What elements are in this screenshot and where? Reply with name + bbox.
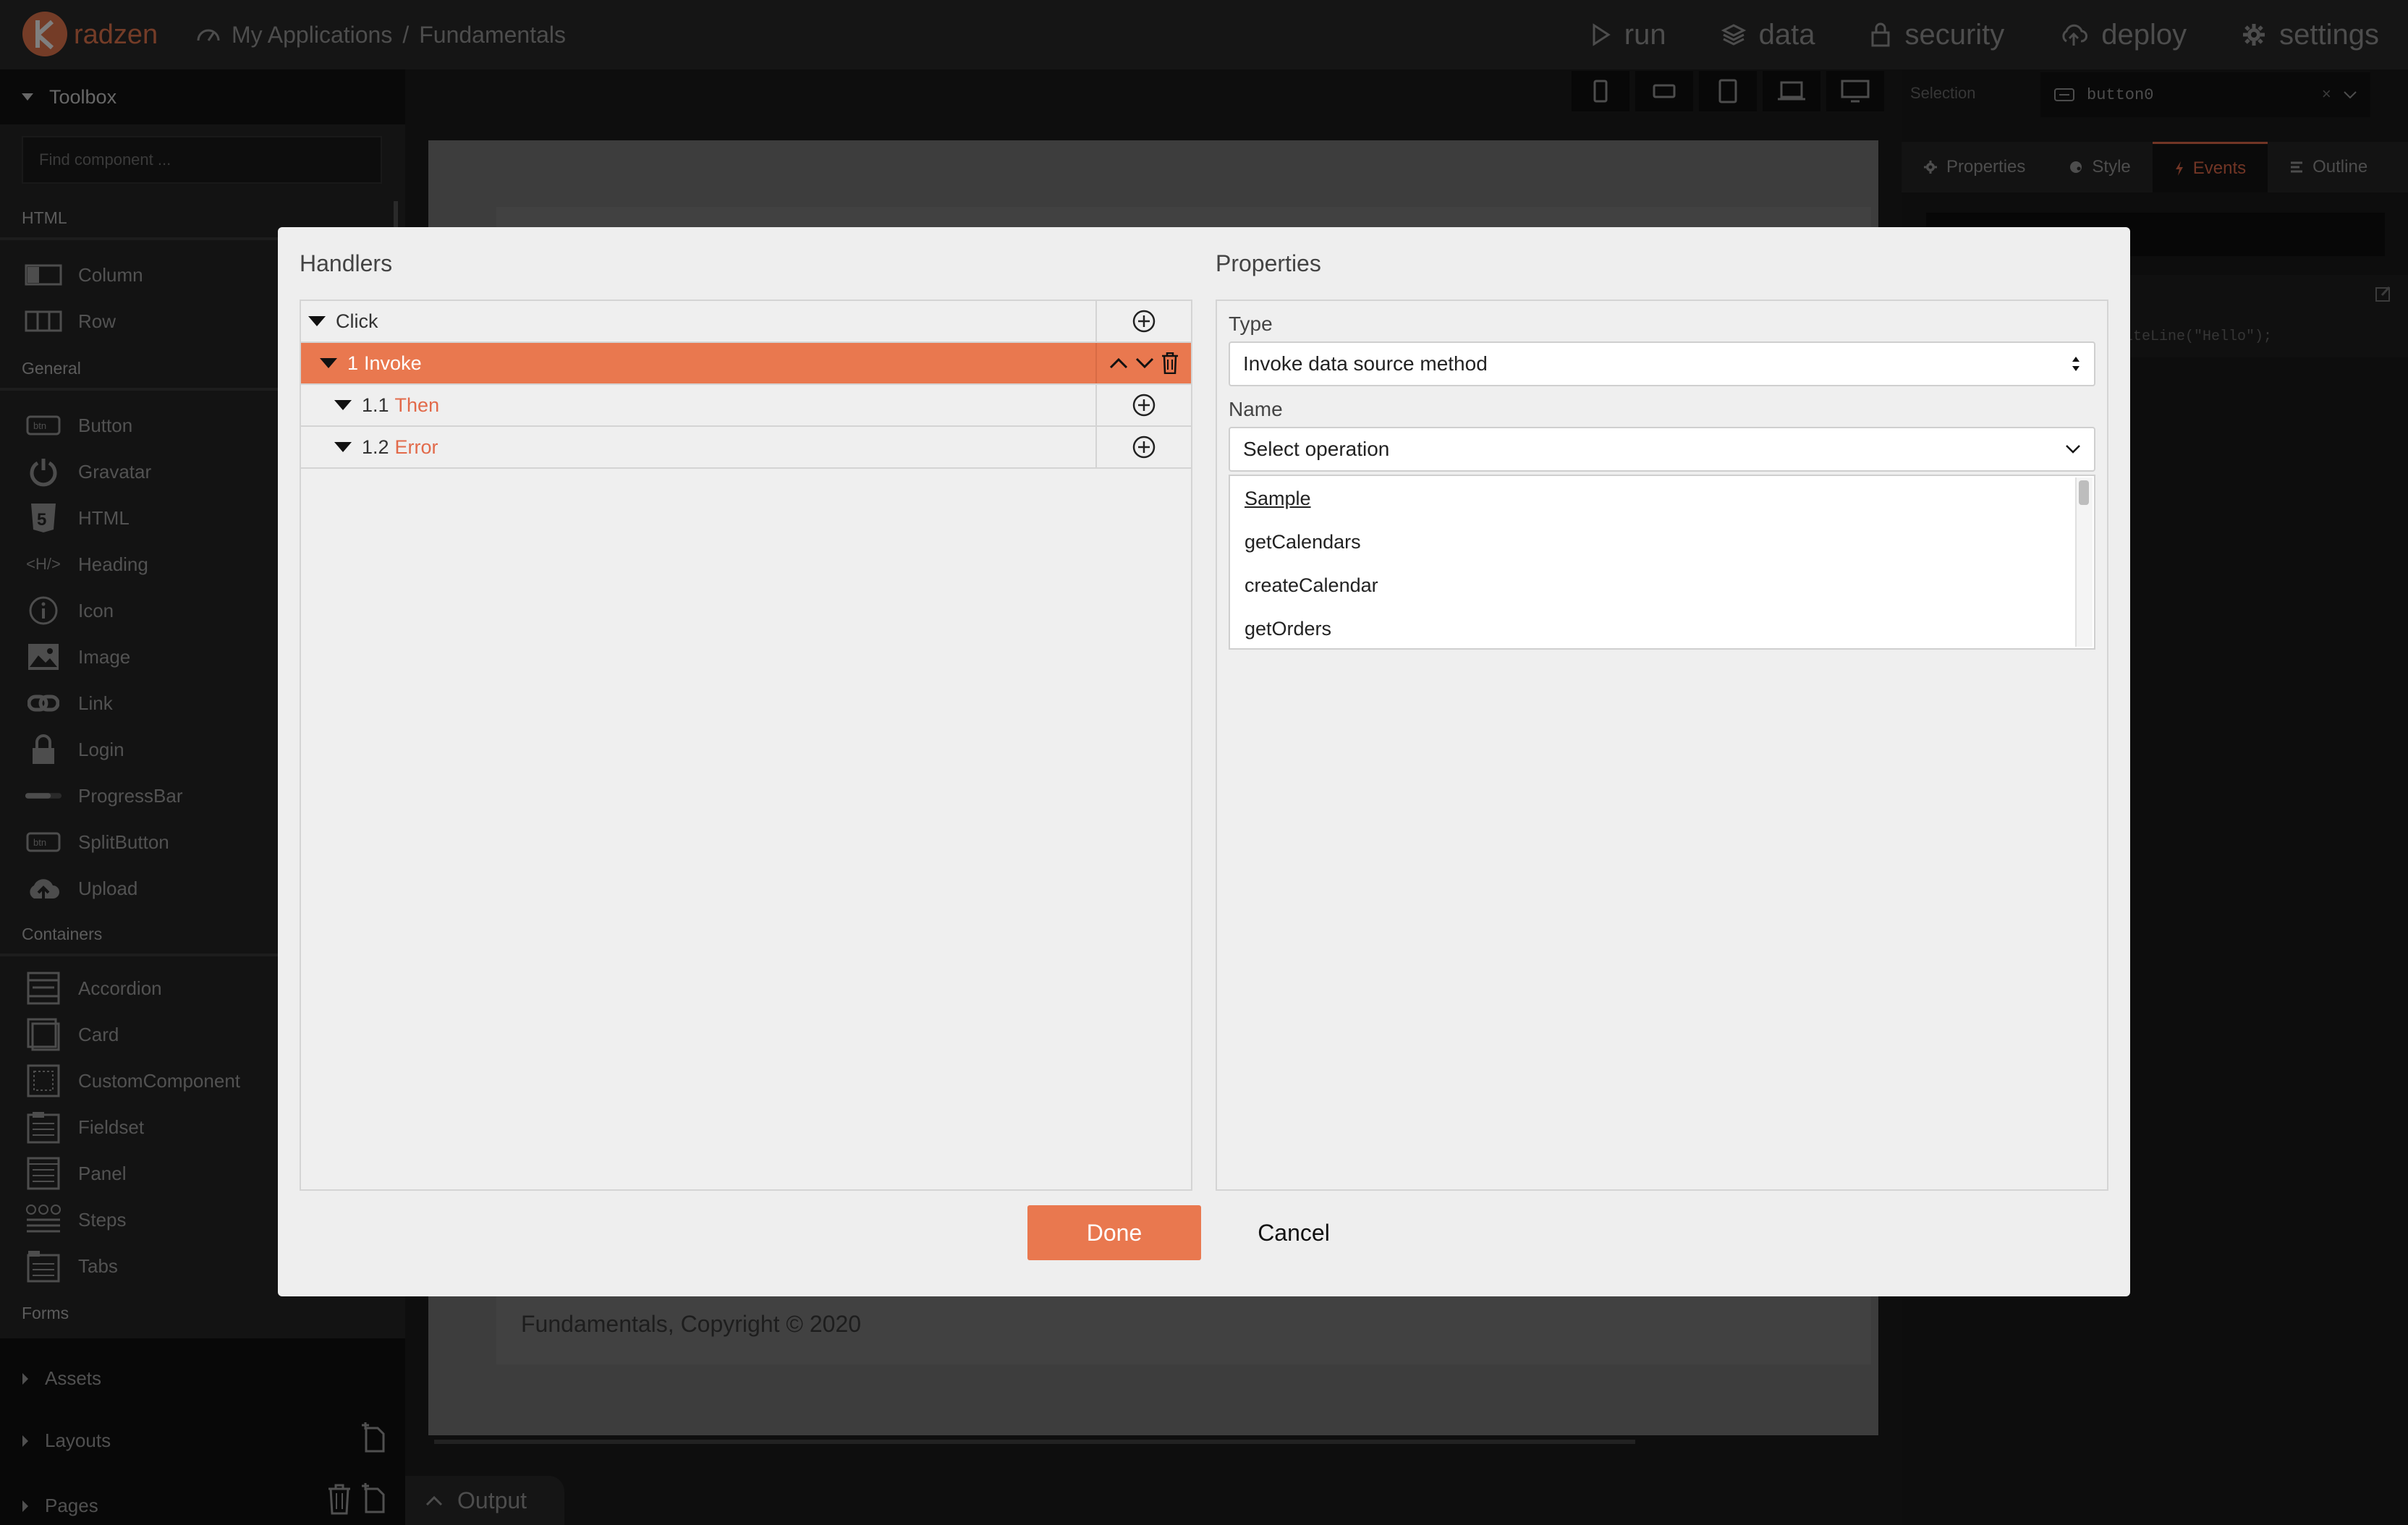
caret-down-icon[interactable] [334,400,352,410]
caret-down-icon[interactable] [334,442,352,452]
handler-row-error[interactable]: 1.2 Error [301,427,1191,469]
handler-label: Click [301,301,1095,341]
add-circle-icon[interactable] [1132,435,1156,459]
operation-options-list: Sample getCalendars createCalendar getOr… [1229,475,2095,650]
event-name: Click [336,310,378,332]
handler-row-then[interactable]: 1.1 Then [301,385,1191,427]
handler-actions [1095,343,1191,383]
add-circle-icon[interactable] [1132,393,1156,417]
properties-title: Properties [1216,250,1321,276]
handler-label: 1 Invoke [301,343,1095,383]
operation-option[interactable]: getCalendars [1245,531,1361,553]
type-label: Type [1229,313,1273,335]
error-number: 1.2 [362,436,389,458]
action-number: 1 [347,352,359,374]
move-down-icon[interactable] [1135,357,1154,370]
name-label: Name [1229,398,1283,420]
handlers-tree: Click 1 Invoke 1.1 Then 1.2 Error [300,300,1192,1191]
add-circle-icon[interactable] [1132,309,1156,334]
operation-value: Select operation [1243,438,1390,460]
operation-option[interactable]: createCalendar [1245,574,1378,597]
caret-down-icon[interactable] [308,316,326,326]
select-arrows-icon [2071,354,2081,373]
type-select[interactable]: Invoke data source method [1229,341,2095,386]
operation-option[interactable]: Sample [1245,488,1311,510]
caret-down-icon[interactable] [320,358,337,368]
error-label: Error [394,436,438,458]
handlers-title: Handlers [300,250,393,276]
handler-actions [1095,385,1191,425]
handler-row-event[interactable]: Click [301,301,1191,343]
handler-label: 1.2 Error [301,427,1095,467]
type-value: Invoke data source method [1243,352,1488,375]
done-button[interactable]: Done [1027,1205,1201,1260]
operation-option[interactable]: getOrders [1245,618,1331,640]
options-scrollbar-thumb[interactable] [2079,480,2089,505]
then-label: Then [394,394,440,416]
then-number: 1.1 [362,394,389,416]
move-up-icon[interactable] [1109,357,1128,370]
handler-label: 1.1 Then [301,385,1095,425]
trash-icon[interactable] [1161,352,1179,374]
handler-row-invoke[interactable]: 1 Invoke [301,343,1191,385]
handler-actions [1095,301,1191,341]
handler-actions [1095,427,1191,467]
cancel-button[interactable]: Cancel [1230,1205,1357,1260]
operation-dropdown[interactable]: Select operation [1229,427,2095,472]
action-name: Invoke [364,352,422,374]
chevron-down-icon [2065,444,2081,454]
